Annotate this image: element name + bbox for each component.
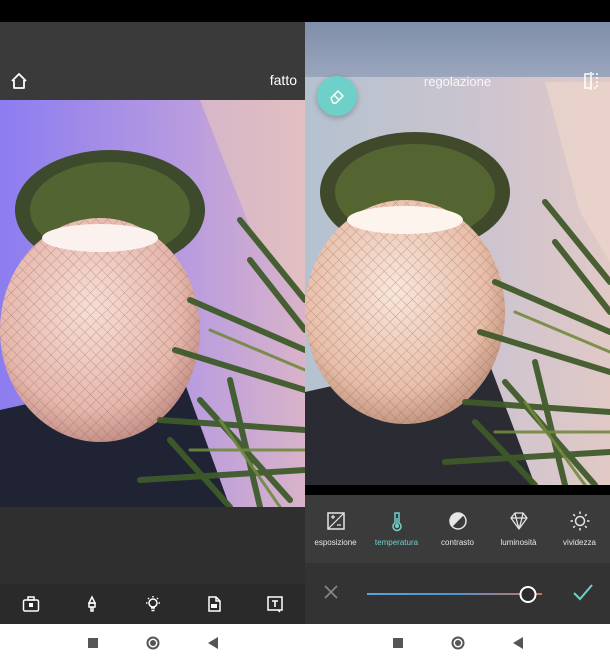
tool-brightness[interactable]: luminosità — [488, 495, 549, 563]
adjustment-screen: regolazione esposizione temperatura cont… — [305, 0, 610, 661]
photo-preview-original — [0, 100, 305, 507]
tool-vibrance[interactable]: vividezza — [549, 495, 610, 563]
brush-icon[interactable] — [80, 592, 104, 616]
top-app-bar — [0, 22, 305, 100]
bulb-icon[interactable] — [141, 592, 165, 616]
square-icon[interactable] — [86, 636, 100, 650]
temperature-slider-track[interactable] — [367, 593, 542, 595]
temperature-slider-thumb[interactable] — [519, 586, 537, 603]
adjustment-slider-row — [305, 563, 610, 624]
exposure-icon — [326, 512, 345, 530]
tool-label: contrasto — [441, 538, 474, 547]
toolbox-icon[interactable] — [19, 592, 43, 616]
tool-temperature[interactable]: temperatura — [366, 495, 427, 563]
original-photo-screen: fatto — [0, 0, 305, 661]
circle-icon[interactable] — [146, 636, 160, 650]
status-bar — [305, 0, 610, 22]
text-icon[interactable] — [263, 592, 287, 616]
editor-background — [0, 507, 305, 584]
compare-icon[interactable] — [582, 72, 600, 90]
tool-exposure[interactable]: esposizione — [305, 495, 366, 563]
photo-image — [0, 100, 305, 507]
thermometer-icon — [391, 512, 402, 532]
back-triangle-icon[interactable] — [206, 636, 220, 650]
tool-label: luminosità — [500, 538, 537, 547]
done-button[interactable]: fatto — [270, 72, 297, 88]
tool-label: vividezza — [563, 538, 596, 547]
tool-label: esposizione — [314, 538, 357, 547]
sun-icon — [570, 511, 589, 531]
bottom-toolbar — [0, 584, 305, 624]
system-navigation-bar — [305, 624, 610, 661]
document-icon[interactable] — [202, 592, 226, 616]
check-icon[interactable] — [572, 582, 594, 602]
adjustment-tools: esposizione temperatura contrasto lumino… — [305, 495, 610, 563]
screen-title: regolazione — [423, 74, 492, 89]
diamond-icon — [509, 512, 528, 530]
close-icon[interactable] — [323, 584, 339, 600]
tool-contrast[interactable]: contrasto — [427, 495, 488, 563]
home-icon[interactable] — [9, 71, 29, 91]
back-triangle-icon[interactable] — [511, 636, 525, 650]
status-bar — [0, 0, 305, 22]
square-icon[interactable] — [391, 636, 405, 650]
system-navigation-bar — [0, 624, 305, 661]
eraser-icon — [330, 90, 344, 104]
tool-label: temperatura — [374, 538, 419, 547]
circle-icon[interactable] — [451, 636, 465, 650]
contrast-icon — [448, 512, 467, 530]
